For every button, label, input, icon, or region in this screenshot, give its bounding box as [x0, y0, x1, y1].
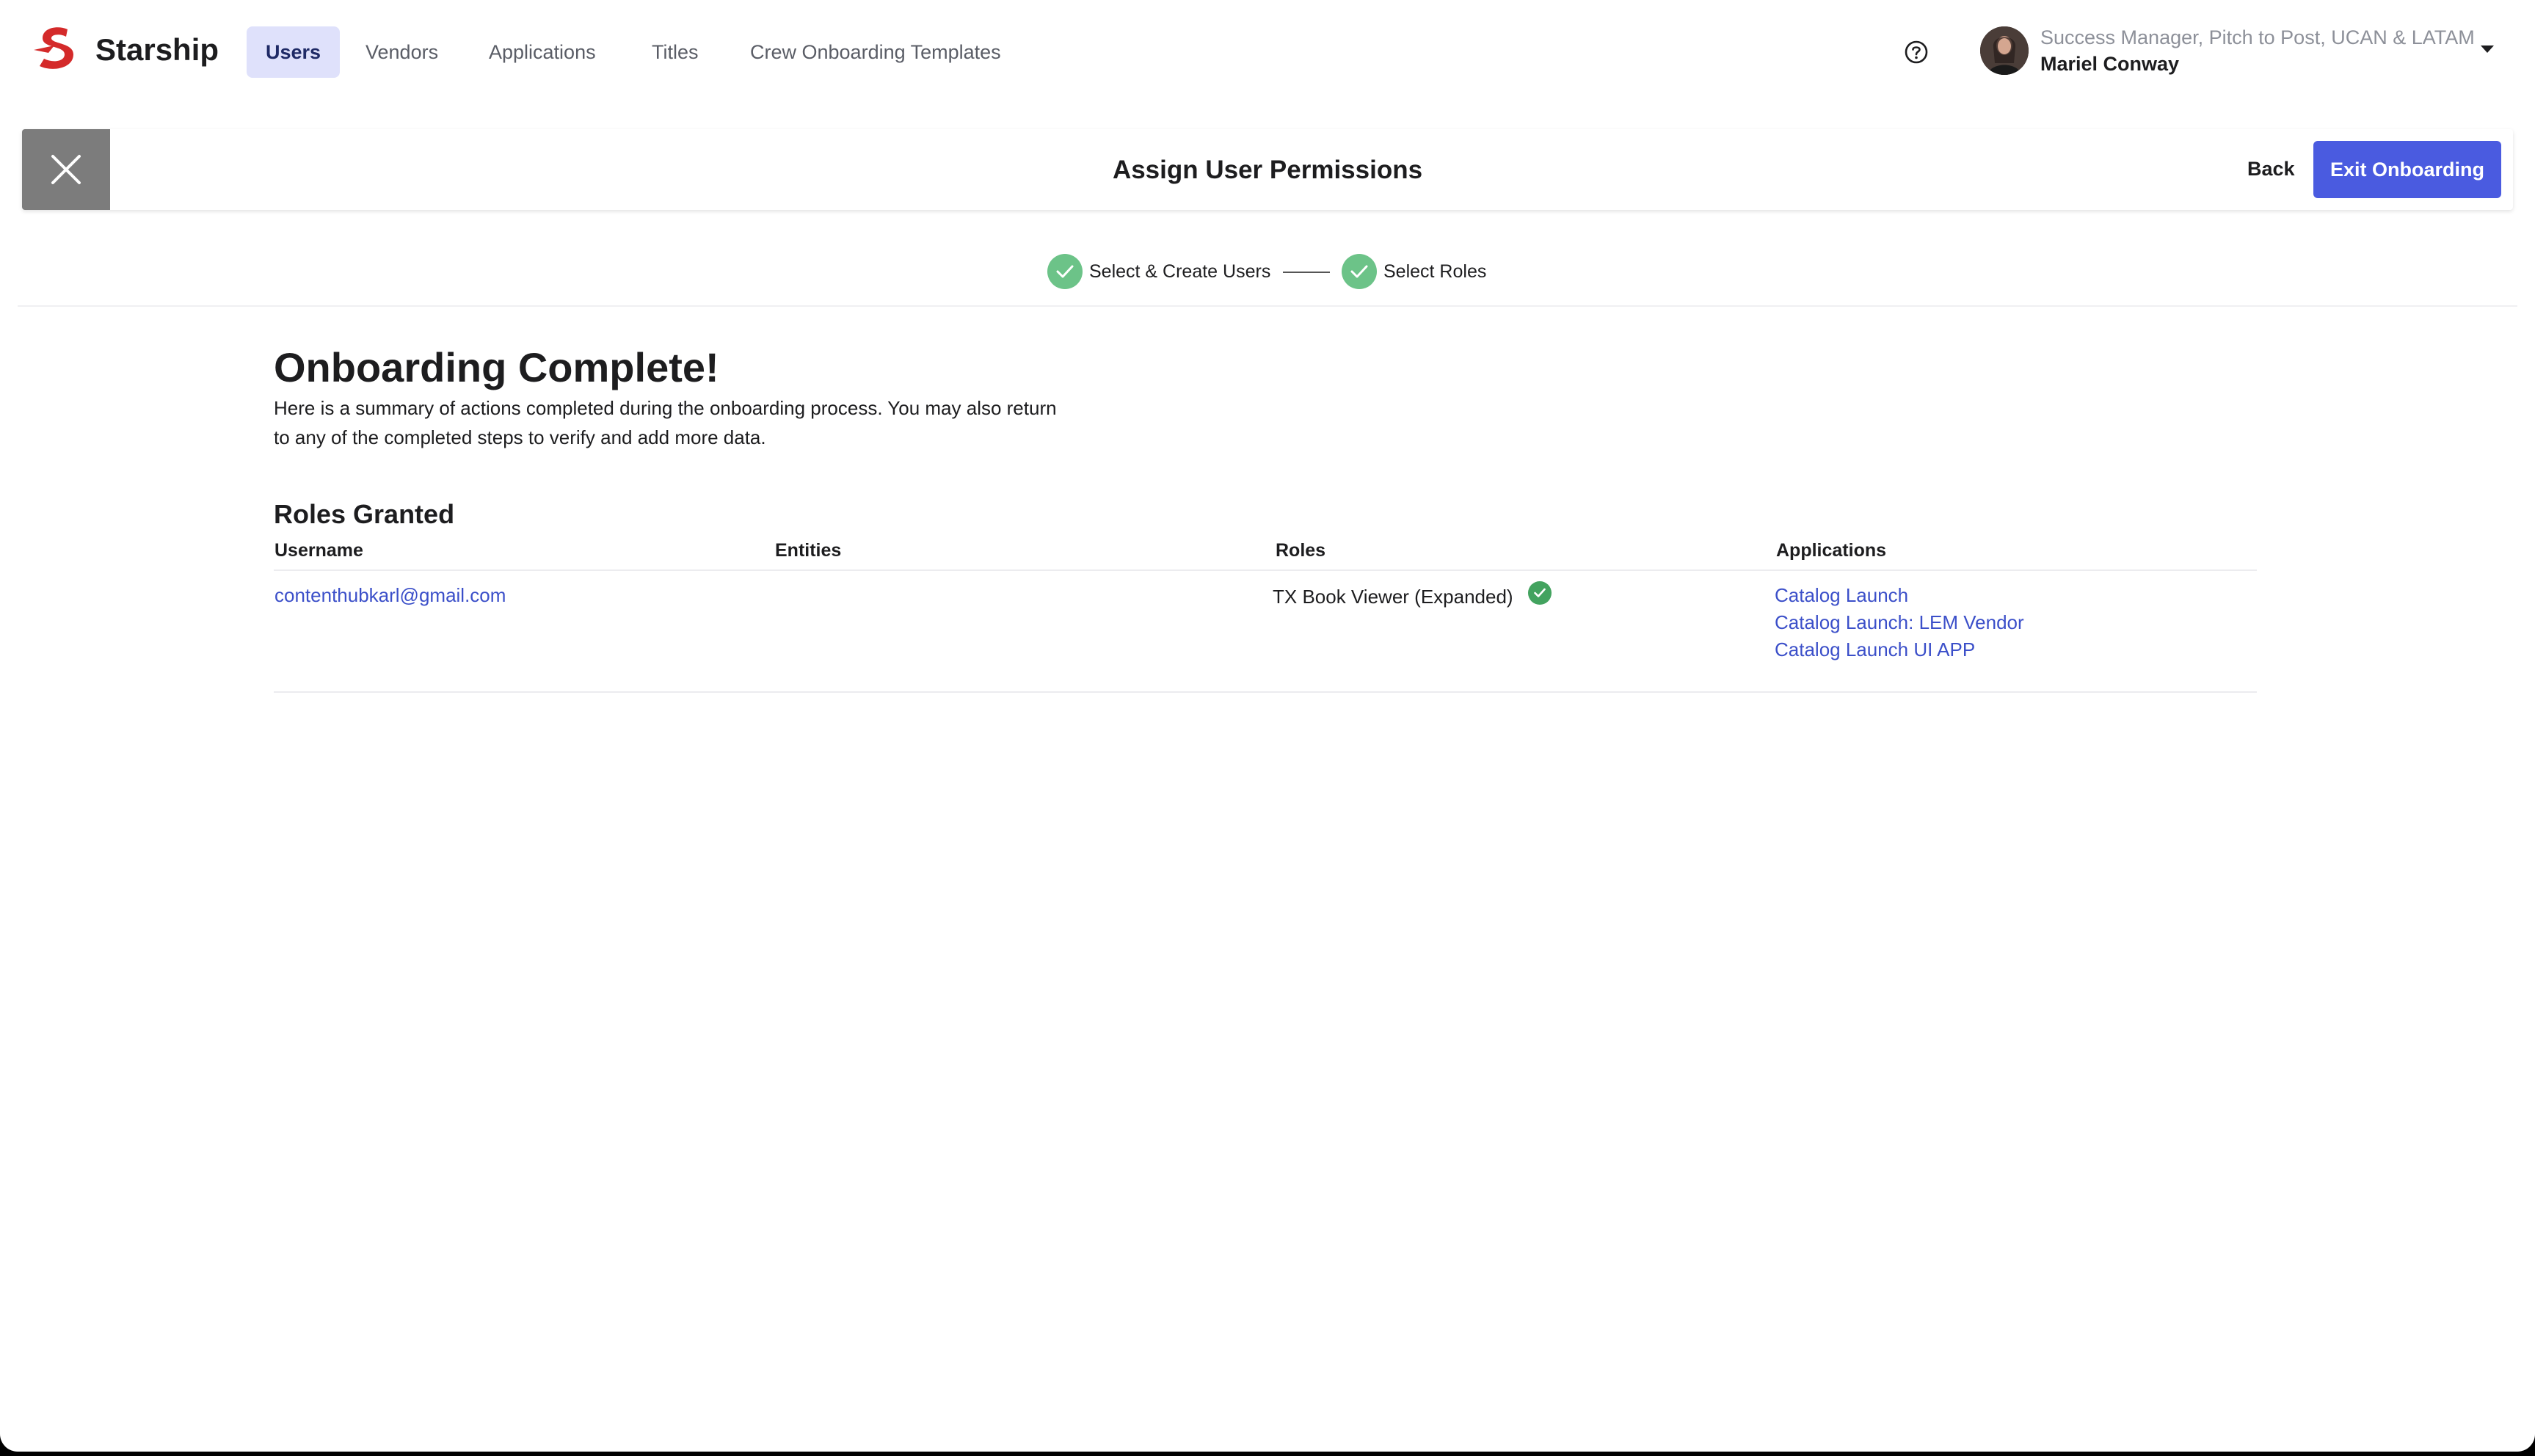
avatar[interactable]	[1980, 26, 2029, 75]
onboarding-header: Assign User Permissions Back Exit Onboar…	[22, 129, 2513, 210]
table-row-divider	[274, 691, 2257, 693]
starship-logo-icon[interactable]	[32, 23, 81, 72]
user-name[interactable]: Mariel Conway	[2040, 53, 2179, 76]
caret-down-icon[interactable]	[2481, 46, 2494, 53]
application-link-catalog-launch-ui-app[interactable]: Catalog Launch UI APP	[1775, 638, 1975, 661]
onboarding-stepper: Select & Create Users Select Roles	[0, 251, 2535, 291]
table-header-divider	[274, 569, 2257, 571]
column-header-roles: Roles	[1276, 540, 1326, 561]
divider	[18, 305, 2517, 307]
step-complete-check-icon[interactable]	[1047, 254, 1083, 289]
column-header-entities: Entities	[775, 540, 842, 561]
application-link-catalog-launch[interactable]: Catalog Launch	[1775, 584, 1908, 607]
roles-granted-title: Roles Granted	[274, 499, 455, 529]
nav-item-titles[interactable]: Titles	[633, 26, 718, 78]
brand-name[interactable]: Starship	[95, 32, 219, 68]
top-nav: Starship Users Vendors Applications Titl…	[0, 0, 2535, 109]
column-header-applications: Applications	[1776, 540, 1887, 561]
app-window: Starship Users Vendors Applications Titl…	[0, 0, 2535, 1452]
column-header-username: Username	[274, 540, 363, 561]
application-link-catalog-launch-lem-vendor[interactable]: Catalog Launch: LEM Vendor	[1775, 611, 2024, 634]
step-select-create-users[interactable]: Select & Create Users	[1089, 261, 1270, 283]
summary-title: Onboarding Complete!	[274, 344, 719, 390]
step-complete-check-icon[interactable]	[1342, 254, 1377, 289]
role-name: TX Book Viewer (Expanded)	[1273, 586, 1513, 608]
nav-item-users[interactable]: Users	[247, 26, 341, 78]
exit-onboarding-button[interactable]: Exit Onboarding	[2313, 141, 2501, 198]
user-role[interactable]: Success Manager, Pitch to Post, UCAN & L…	[2040, 26, 2475, 49]
username-link[interactable]: contenthubkarl@gmail.com	[274, 584, 506, 607]
step-select-roles[interactable]: Select Roles	[1383, 261, 1486, 283]
page-title: Assign User Permissions	[1112, 156, 1423, 184]
summary-description: Here is a summary of actions completed d…	[274, 397, 1057, 448]
step-connector	[1283, 272, 1330, 273]
role-granted-check-icon	[1528, 581, 1552, 605]
nav-item-vendors[interactable]: Vendors	[346, 26, 457, 78]
nav-item-applications[interactable]: Applications	[470, 26, 615, 78]
question-circle-icon[interactable]	[1904, 40, 1929, 65]
nav-item-crew-onboarding-templates[interactable]: Crew Onboarding Templates	[731, 26, 1020, 78]
back-button[interactable]: Back	[2236, 147, 2307, 191]
